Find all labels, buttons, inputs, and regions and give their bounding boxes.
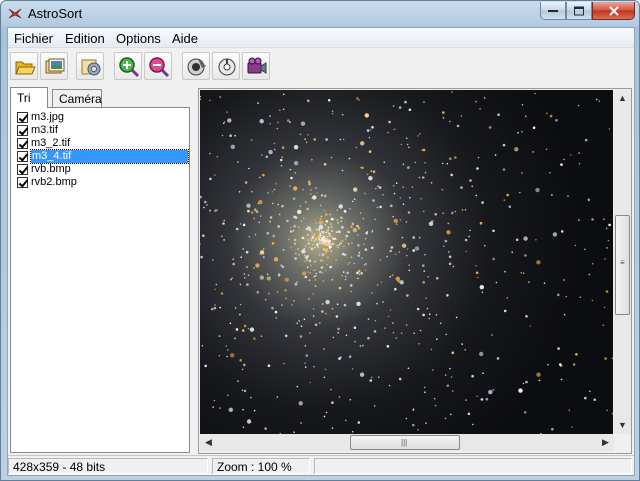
settings-icon (81, 59, 101, 76)
app-window: AstroSort Fichier Edition Options Aide T… (0, 0, 640, 481)
tab-strip: Tri Caméra (10, 87, 190, 108)
status-bar: 428x359 - 48 bits Zoom : 100 % (8, 455, 634, 475)
file-name: rvb2.bmp (31, 176, 77, 188)
close-button[interactable] (592, 2, 635, 20)
client-area: Fichier Edition Options Aide Tri Caméra … (7, 27, 635, 476)
file-name: rvb.bmp (31, 163, 71, 175)
tab-tri-label: Tri (17, 91, 31, 105)
file-checkbox[interactable] (17, 177, 28, 188)
video-button[interactable] (242, 52, 270, 80)
toolbar (8, 49, 634, 83)
file-checkbox[interactable] (17, 125, 28, 136)
tab-tri[interactable]: Tri (10, 87, 48, 108)
window-title: AstroSort (28, 6, 83, 21)
star-cluster-image (200, 90, 613, 434)
file-checkbox[interactable] (17, 151, 28, 162)
scroll-left-icon[interactable]: ◀ (200, 434, 217, 451)
file-checkbox[interactable] (17, 138, 28, 149)
scroll-corner (614, 434, 631, 451)
open-folder-button[interactable] (10, 52, 38, 80)
maximize-icon (574, 6, 584, 15)
menu-bar: Fichier Edition Options Aide (8, 28, 634, 48)
settings-button[interactable] (76, 52, 104, 80)
horizontal-scrollbar[interactable]: ◀ ||| ▶ (200, 434, 614, 451)
open-folder-icon (15, 61, 36, 75)
zoom-status: Zoom : 100 % (212, 458, 310, 474)
grip-icon: ||| (401, 438, 408, 447)
vertical-scroll-thumb[interactable]: ≡ (615, 215, 630, 315)
file-checkbox[interactable] (17, 112, 28, 123)
file-list: m3.jpg m3.tif m3_2.tif m3_4.tif rvb.bmp … (10, 107, 190, 453)
image-info-status: 428x359 - 48 bits (8, 458, 208, 474)
empty-status (314, 458, 632, 474)
file-item-m3-4-tif[interactable]: m3_4.tif (14, 149, 189, 164)
zoom-out-button[interactable] (144, 52, 172, 80)
scroll-down-icon[interactable]: ▼ (614, 417, 631, 434)
tab-camera-label: Caméra (59, 92, 102, 106)
disc-button[interactable] (212, 52, 240, 80)
menu-edition[interactable]: Edition (65, 31, 105, 46)
file-checkbox[interactable] (17, 164, 28, 175)
file-item-m3-2-tif[interactable]: m3_2.tif (14, 137, 188, 150)
tab-camera[interactable]: Caméra (52, 89, 102, 107)
menu-aide[interactable]: Aide (172, 31, 198, 46)
camera-icon (187, 58, 206, 76)
open-images-button[interactable] (40, 52, 68, 80)
file-name: m3_4.tif (30, 149, 189, 164)
file-item-rvb-bmp[interactable]: rvb.bmp (14, 163, 188, 176)
minimize-icon (548, 9, 558, 12)
title-bar[interactable]: AstroSort (1, 1, 639, 27)
disc-icon (218, 58, 236, 76)
menu-options[interactable]: Options (116, 31, 161, 46)
file-name: m3.jpg (31, 111, 65, 123)
close-icon (608, 5, 619, 16)
app-logo-icon (8, 8, 22, 19)
file-item-rvb2-bmp[interactable]: rvb2.bmp (14, 176, 188, 189)
minimize-button[interactable] (540, 2, 566, 20)
file-item-m3-jpg[interactable]: m3.jpg (14, 111, 188, 124)
file-name: m3_2.tif (31, 137, 71, 149)
camera-button[interactable] (182, 52, 210, 80)
zoom-out-icon (149, 57, 170, 78)
file-name: m3.tif (31, 124, 58, 136)
zoom-in-button[interactable] (114, 52, 142, 80)
image-viewer: ▲ ≡ ▼ ◀ ||| ▶ (198, 88, 632, 454)
video-icon (247, 57, 267, 74)
file-item-m3-tif[interactable]: m3.tif (14, 124, 188, 137)
maximize-button[interactable] (566, 2, 592, 20)
vertical-scrollbar[interactable]: ▲ ≡ ▼ (614, 90, 631, 434)
scroll-up-icon[interactable]: ▲ (614, 90, 631, 107)
scroll-right-icon[interactable]: ▶ (597, 434, 614, 451)
zoom-in-icon (119, 57, 140, 78)
grip-icon: ≡ (620, 258, 625, 267)
open-images-icon (45, 58, 65, 74)
menu-fichier[interactable]: Fichier (14, 31, 53, 46)
horizontal-scroll-thumb[interactable]: ||| (350, 435, 460, 450)
starfield (200, 91, 613, 434)
